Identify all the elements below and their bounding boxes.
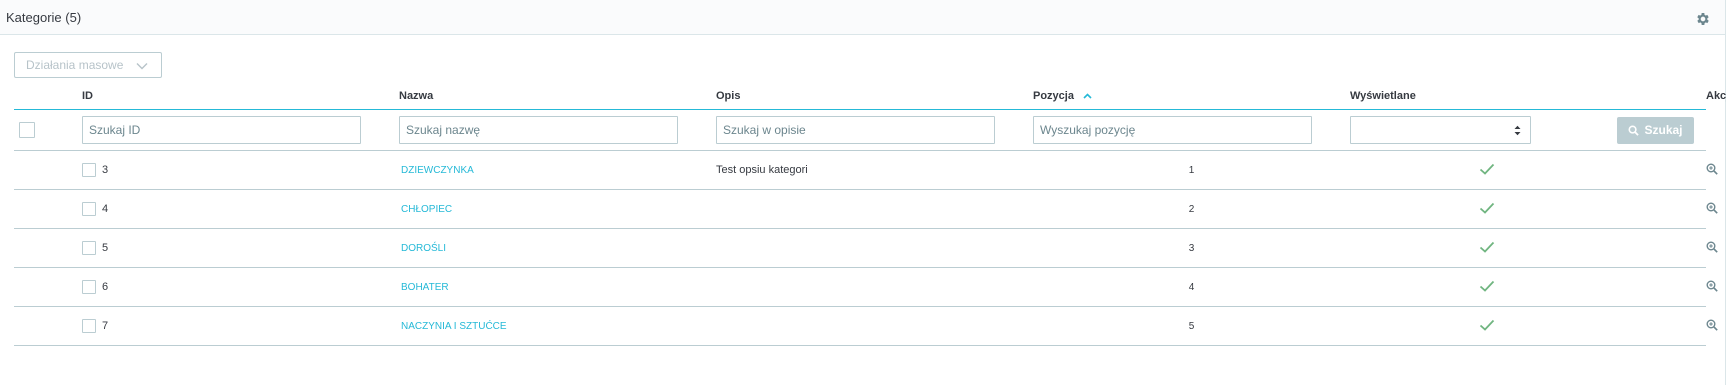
row-name-link[interactable]: DZIEWCZYNKA xyxy=(399,165,474,176)
bulk-select-header xyxy=(14,83,82,110)
select-all-checkbox[interactable] xyxy=(19,122,35,138)
panel-title: Kategorie (5) xyxy=(6,9,82,25)
panel-header: Kategorie (5) xyxy=(0,0,1725,35)
bulk-actions-label: Działania masowe xyxy=(26,58,124,72)
zoom-in-icon[interactable] xyxy=(1706,202,1718,214)
row-id: 3 xyxy=(102,164,109,176)
categories-table: ID Nazwa Opis Pozycja Wyświetlane Akcje xyxy=(14,83,1726,346)
check-icon[interactable] xyxy=(1479,202,1495,214)
sort-asc-icon[interactable] xyxy=(1083,93,1092,99)
zoom-in-icon[interactable] xyxy=(1706,241,1718,253)
zoom-in-icon[interactable] xyxy=(1706,319,1718,331)
table-row: 4 CHŁOPIEC 2 xyxy=(14,189,1718,229)
row-position: 5 xyxy=(1188,320,1195,332)
column-header-description[interactable]: Opis xyxy=(716,83,1033,110)
row-checkbox[interactable] xyxy=(82,241,96,255)
filter-name-input[interactable] xyxy=(399,116,678,144)
filter-description-input[interactable] xyxy=(716,116,995,144)
row-checkbox[interactable] xyxy=(82,319,96,333)
table-row: 7 NACZYNIA I SZTUĆCE 5 xyxy=(14,306,1718,346)
row-checkbox[interactable] xyxy=(82,280,96,294)
row-id: 5 xyxy=(102,242,109,254)
row-position: 3 xyxy=(1188,242,1195,254)
check-icon[interactable] xyxy=(1479,280,1495,292)
row-description: Test opsiu kategori xyxy=(716,164,808,176)
row-checkbox[interactable] xyxy=(82,163,96,177)
categories-panel: Kategorie (5) Działania masowe ID Nazwa … xyxy=(0,0,1726,385)
zoom-in-icon[interactable] xyxy=(1706,163,1718,175)
filter-position-input[interactable] xyxy=(1033,116,1312,144)
row-name-link[interactable]: DOROŚLI xyxy=(399,243,446,254)
zoom-in-icon[interactable] xyxy=(1706,280,1718,292)
filter-id-input[interactable] xyxy=(82,116,361,144)
column-header-position[interactable]: Pozycja xyxy=(1033,83,1350,110)
column-header-id[interactable]: ID xyxy=(82,83,399,110)
column-header-name[interactable]: Nazwa xyxy=(399,83,716,110)
filter-row: Szukaj xyxy=(14,109,1706,151)
gear-icon[interactable] xyxy=(1695,11,1711,27)
table-row: 5 DOROŚLI 3 xyxy=(14,228,1718,268)
select-arrows-icon xyxy=(1514,125,1521,136)
row-id: 7 xyxy=(102,320,109,332)
check-icon[interactable] xyxy=(1479,319,1495,331)
row-position: 2 xyxy=(1188,203,1195,215)
column-headers: ID Nazwa Opis Pozycja Wyświetlane Akcje xyxy=(14,83,1726,110)
chevron-down-icon xyxy=(136,63,148,70)
search-icon xyxy=(1628,125,1640,136)
row-position: 1 xyxy=(1188,164,1195,176)
row-name-link[interactable]: BOHATER xyxy=(399,282,449,293)
row-name-link[interactable]: CHŁOPIEC xyxy=(399,204,452,215)
check-icon[interactable] xyxy=(1479,163,1495,175)
row-id: 6 xyxy=(102,281,109,293)
filter-displayed-select[interactable] xyxy=(1350,116,1531,144)
table-row: 6 BOHATER 4 xyxy=(14,267,1718,307)
check-icon[interactable] xyxy=(1479,241,1495,253)
row-id: 4 xyxy=(102,203,109,215)
row-position: 4 xyxy=(1188,281,1195,293)
search-button[interactable]: Szukaj xyxy=(1617,116,1694,144)
table-row: 3 DZIEWCZYNKA Test opsiu kategori 1 xyxy=(14,150,1718,190)
row-checkbox[interactable] xyxy=(82,202,96,216)
row-name-link[interactable]: NACZYNIA I SZTUĆCE xyxy=(399,321,507,332)
bulk-actions-button[interactable]: Działania masowe xyxy=(14,52,162,78)
column-header-displayed[interactable]: Wyświetlane xyxy=(1350,83,1706,110)
